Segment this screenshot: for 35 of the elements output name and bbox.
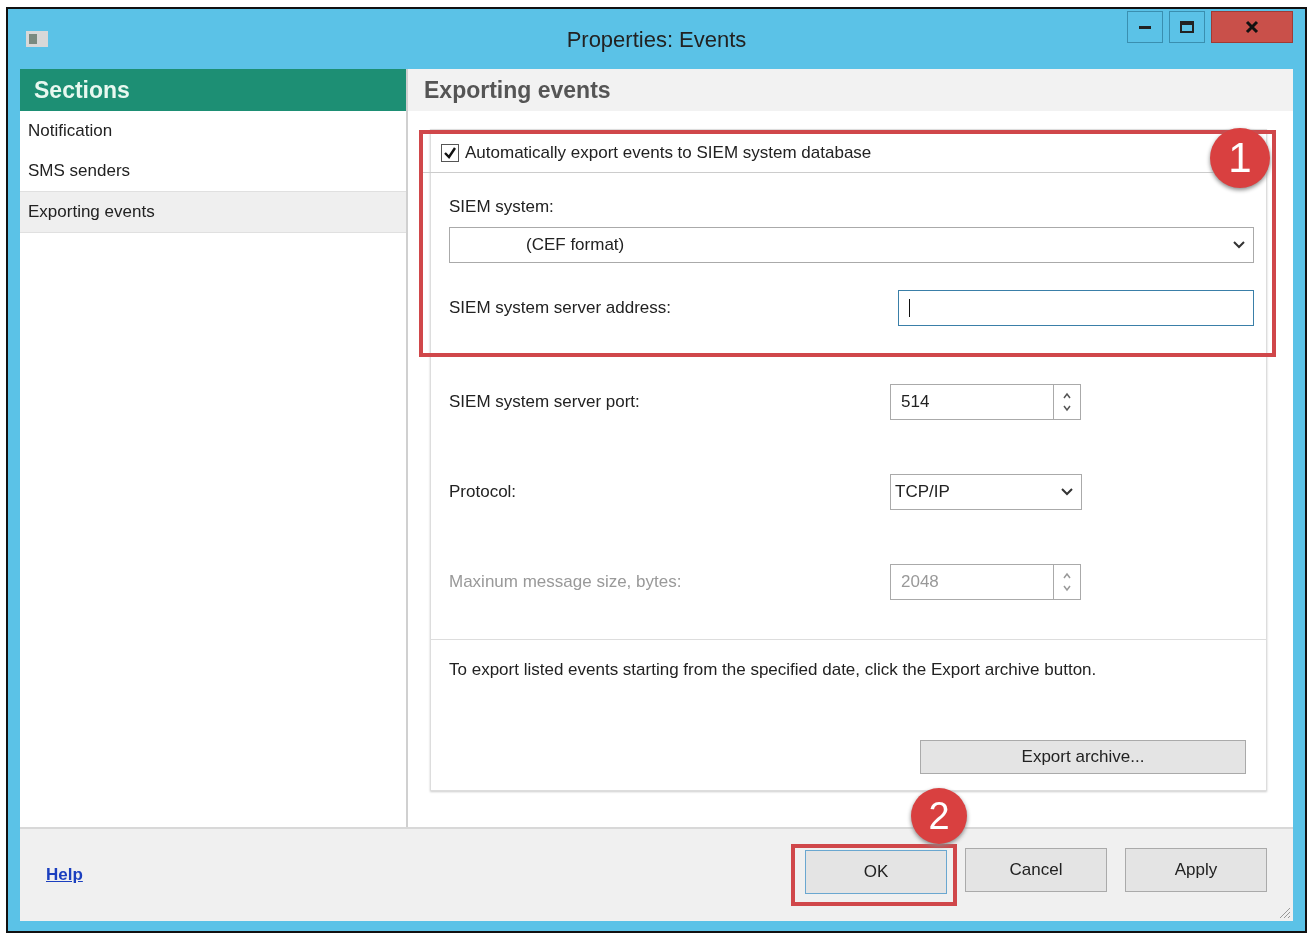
close-button[interactable] — [1211, 11, 1293, 43]
chevron-icon — [1061, 488, 1073, 496]
dialog-button[interactable]: Apply — [1125, 848, 1267, 892]
sidebar-item[interactable]: Exporting events — [20, 191, 406, 233]
close-icon — [1245, 20, 1259, 34]
maximize-button[interactable] — [1169, 11, 1205, 43]
section-header: Exporting events — [408, 69, 1293, 111]
server-address-field[interactable] — [898, 290, 1254, 326]
minimize-icon — [1139, 25, 1151, 29]
sidebar-item[interactable]: Notification — [20, 111, 406, 151]
export-archive-button[interactable]: Export archive... — [920, 740, 1246, 774]
checkbox-label: Automatically export events to SIEM system database — [465, 143, 872, 163]
archive-note: To export listed events starting from the specified date, click the Export archive button. — [449, 660, 1098, 680]
server-port-field[interactable]: 514 — [890, 384, 1054, 420]
callout-badge: 1 — [1210, 128, 1270, 188]
checkbox[interactable] — [441, 144, 459, 162]
field-label: Maxinum message size, bytes: — [449, 572, 682, 592]
siem-system-dropdown[interactable]: (CEF format) — [449, 227, 1254, 263]
dialog-button[interactable]: Cancel — [965, 848, 1107, 892]
resize-grip-icon — [1277, 905, 1291, 919]
sidebar-item[interactable]: SMS senders — [20, 151, 406, 191]
field-label: SIEM system server port: — [449, 392, 640, 412]
chevron-icon — [1233, 241, 1245, 249]
minimize-button[interactable] — [1127, 11, 1163, 43]
field-label: Protocol: — [449, 482, 517, 502]
field-label: SIEM system: — [449, 197, 555, 217]
maximize-icon — [1180, 21, 1194, 33]
field-label: SIEM system server address: — [449, 298, 671, 318]
help-link[interactable]: Help — [46, 865, 83, 885]
sidebar-header: Sections — [20, 69, 406, 111]
protocol-dropdown[interactable]: TCP/IP — [890, 474, 1082, 510]
window-title: Properties: Events — [566, 27, 747, 53]
dialog-button[interactable]: OK — [805, 850, 947, 894]
app-icon — [26, 31, 48, 47]
spinner-arrows[interactable] — [1054, 384, 1081, 420]
